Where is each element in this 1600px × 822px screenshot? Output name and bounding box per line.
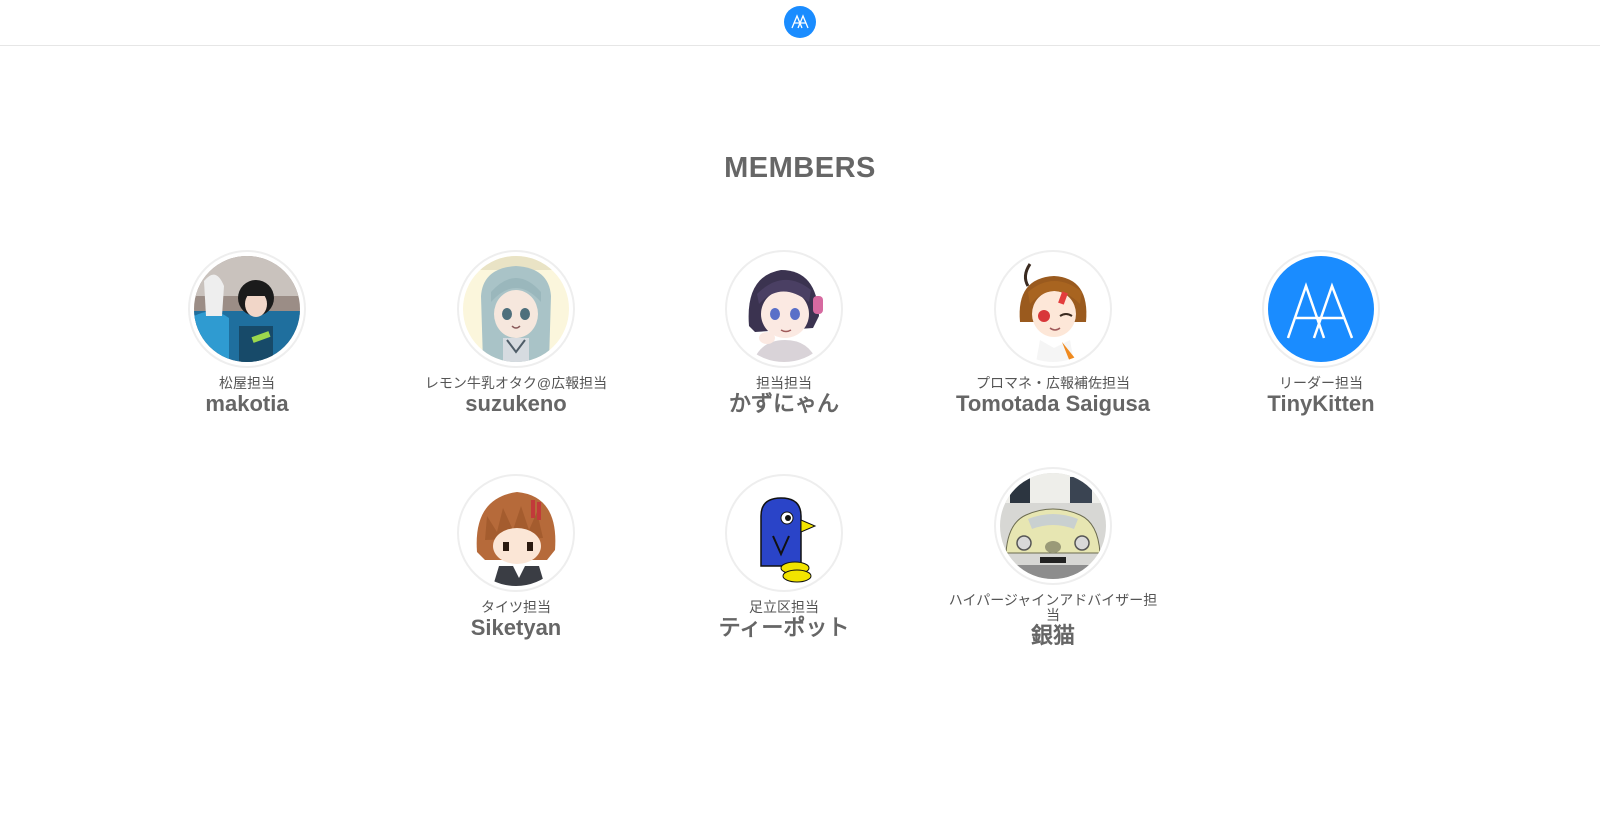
member-role: 松屋担当 [219,375,275,391]
member-name[interactable]: TinyKitten [1201,391,1441,417]
member-role: プロマネ・広報補佐担当 [976,375,1130,391]
team-logo-avatar-icon [1268,256,1374,362]
member-role: 足立区担当 [749,599,819,615]
members-heading: MEMBERS [724,152,876,184]
member-role: ハイパージャインアドバイザー担当 [948,592,1158,623]
avatar[interactable] [457,250,575,368]
member-name[interactable]: suzukeno [396,391,636,417]
member-card-makotia: 松屋担当 makotia [127,250,367,417]
member-card-suzukeno: レモン牛乳オタク@広報担当 suzukeno [396,250,636,417]
team-logo-icon[interactable] [784,6,816,38]
top-navbar [0,0,1600,46]
member-name[interactable]: makotia [127,391,367,417]
avatar[interactable] [457,474,575,592]
member-role: タイツ担当 [481,599,551,615]
member-name[interactable]: Tomotada Saigusa [933,391,1173,417]
member-role: リーダー担当 [1279,375,1363,391]
member-name[interactable]: 銀猫 [933,623,1173,649]
member-name[interactable]: かずにゃん [664,391,904,417]
member-name[interactable]: Siketyan [396,615,636,641]
member-role: レモン牛乳オタク@広報担当 [424,375,608,391]
member-name[interactable]: ティーポット [664,615,904,641]
member-card-ginneko: ハイパージャインアドバイザー担当 銀猫 [933,467,1173,649]
blue-bird-avatar-icon [731,480,837,586]
avatar[interactable] [1262,250,1380,368]
photo-avatar-girl-icon [194,256,300,362]
anime-avatar-brown-hair-icon [463,480,569,586]
vintage-car-avatar-icon [1000,473,1106,579]
member-role: 担当担当 [756,375,812,391]
avatar[interactable] [994,250,1112,368]
avatar[interactable] [994,467,1112,585]
member-card-tomotada-saigusa: プロマネ・広報補佐担当 Tomotada Saigusa [933,250,1173,417]
avatar[interactable] [188,250,306,368]
anime-avatar-silver-hair-icon [463,256,569,362]
member-card-tinykitten: リーダー担当 TinyKitten [1201,250,1441,417]
anime-avatar-orange-hair-icon [1000,256,1106,362]
member-card-teapot: 足立区担当 ティーポット [664,474,904,641]
anime-avatar-purple-hair-icon [731,256,837,362]
avatar[interactable] [725,250,843,368]
avatar[interactable] [725,474,843,592]
member-card-siketyan: タイツ担当 Siketyan [396,474,636,641]
member-card-kazunyan: 担当担当 かずにゃん [664,250,904,417]
